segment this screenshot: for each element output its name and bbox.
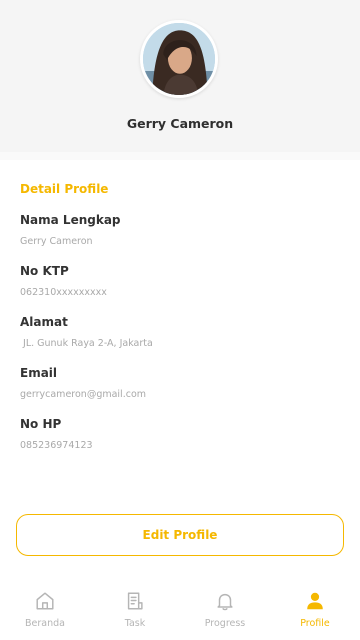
field-label: Alamat (20, 315, 68, 329)
field-label: No HP (20, 417, 62, 431)
nav-label: Profile (300, 618, 330, 629)
field-address: Alamat JL. Gunuk Raya 2-A, Jakarta (20, 315, 340, 349)
home-icon (34, 590, 56, 612)
field-value: 085236974123 (20, 440, 93, 451)
nav-item-profile[interactable]: Profile (270, 580, 360, 640)
section-divider (0, 152, 360, 160)
field-label: No KTP (20, 264, 69, 278)
nav-item-progress[interactable]: Progress (180, 580, 270, 640)
bell-icon (214, 590, 236, 612)
field-value: gerrycameron@gmail.com (20, 389, 147, 400)
field-full-name: Nama Lengkap Gerry Cameron (20, 213, 340, 247)
bottom-nav: Beranda Task Progress Profile (0, 580, 360, 640)
field-email: Email gerrycameron@gmail.com (20, 366, 340, 400)
field-value: 062310xxxxxxxxx (20, 287, 107, 298)
avatar-photo (143, 23, 215, 95)
profile-header: Gerry Cameron (0, 0, 360, 152)
nav-label: Beranda (25, 618, 65, 629)
field-phone: No HP 085236974123 (20, 417, 340, 451)
user-name: Gerry Cameron (126, 116, 234, 131)
detail-profile-title: Detail Profile (20, 182, 109, 196)
field-value: Gerry Cameron (20, 236, 93, 247)
field-value: JL. Gunuk Raya 2-A, Jakarta (20, 338, 153, 349)
profile-screen: Gerry Cameron Detail Profile Nama Lengka… (0, 0, 360, 640)
nav-label: Task (124, 618, 146, 629)
nav-label: Progress (204, 618, 246, 629)
field-label: Email (20, 366, 58, 380)
field-ktp: No KTP 062310xxxxxxxxx (20, 264, 340, 298)
avatar[interactable] (140, 20, 218, 98)
task-icon (124, 590, 146, 612)
person-icon (304, 590, 326, 612)
edit-profile-button[interactable]: Edit Profile (16, 514, 344, 556)
nav-item-task[interactable]: Task (90, 580, 180, 640)
nav-item-beranda[interactable]: Beranda (0, 580, 90, 640)
field-label: Nama Lengkap (20, 213, 121, 227)
